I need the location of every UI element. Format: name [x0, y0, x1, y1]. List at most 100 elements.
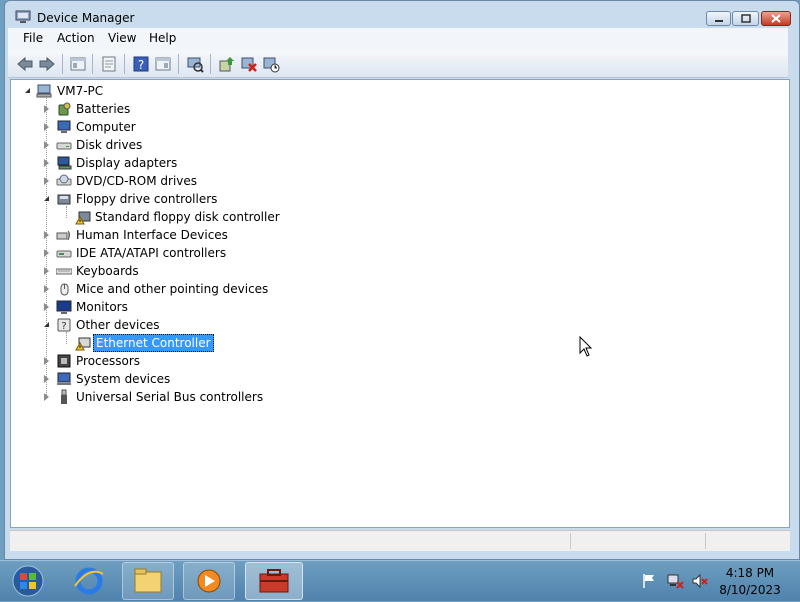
collapse-arrow-icon[interactable]	[25, 88, 30, 93]
menu-bar: File Action View Help	[8, 28, 788, 50]
status-divider	[705, 533, 707, 549]
expand-arrow-icon[interactable]	[44, 231, 49, 239]
uninstall-icon[interactable]	[240, 55, 258, 73]
close-button[interactable]	[761, 11, 791, 26]
toolbar-separator	[210, 54, 211, 74]
volume-muted-icon[interactable]	[691, 573, 709, 589]
node-label: Human Interface Devices	[76, 228, 228, 242]
expand-arrow-icon[interactable]	[44, 303, 49, 311]
expand-arrow-icon[interactable]	[44, 159, 49, 167]
tree-item-dvd-cd-rom-drives[interactable]: DVD/CD-ROM drives	[11, 172, 311, 190]
warning-device-icon	[75, 337, 91, 351]
expand-arrow-icon[interactable]	[44, 249, 49, 257]
window-title: Device Manager	[37, 11, 135, 25]
tree-item-ethernet-controller[interactable]: Ethernet Controller	[11, 334, 311, 352]
toolbar-separator	[178, 54, 179, 74]
selected-node-label: Ethernet Controller	[93, 334, 214, 352]
minimize-button[interactable]	[706, 11, 731, 26]
menu-view[interactable]: View	[108, 31, 136, 45]
update-driver-icon[interactable]	[218, 55, 236, 73]
tree-item-system-devices[interactable]: System devices	[11, 370, 311, 388]
node-label: Computer	[76, 120, 136, 134]
device-manager-app-icon	[15, 10, 31, 23]
windows-explorer-taskbar-button[interactable]	[122, 562, 174, 600]
menu-help[interactable]: Help	[149, 31, 176, 45]
tree-item-batteries[interactable]: Batteries	[11, 100, 311, 118]
tree-item-display-adapters[interactable]: Display adapters	[11, 154, 311, 172]
tree-item-keyboards[interactable]: Keyboards	[11, 262, 311, 280]
node-label: Processors	[76, 354, 141, 368]
expand-arrow-icon[interactable]	[44, 393, 49, 401]
properties-icon[interactable]	[100, 55, 118, 73]
tree-item-computer[interactable]: Computer	[11, 118, 311, 136]
internet-explorer-icon[interactable]	[67, 562, 111, 600]
help-icon[interactable]: ?	[132, 55, 150, 73]
status-divider	[570, 533, 572, 549]
node-label: Batteries	[76, 102, 131, 116]
back-icon[interactable]	[16, 55, 34, 73]
node-label: Keyboards	[76, 264, 139, 278]
node-label: DVD/CD-ROM drives	[76, 174, 198, 188]
processor-icon	[57, 354, 71, 368]
forward-icon[interactable]	[38, 55, 56, 73]
tree-item-other-devices[interactable]: ? Other devices	[11, 316, 311, 334]
hid-icon	[56, 230, 70, 241]
expand-arrow-icon[interactable]	[44, 285, 49, 293]
tree-item-floppy-drive-controllers[interactable]: Floppy drive controllers	[11, 190, 311, 208]
enable-icon[interactable]	[262, 55, 280, 73]
media-player-icon	[197, 569, 221, 593]
taskbar: 4:18 PM 8/10/2023	[0, 560, 800, 601]
tree-root[interactable]: VM7-PC	[11, 82, 211, 100]
node-label: System devices	[76, 372, 171, 386]
device-manager-icon	[259, 569, 289, 593]
menu-action[interactable]: Action	[57, 31, 95, 45]
warning-device-icon	[75, 211, 91, 225]
maximize-button[interactable]	[732, 11, 759, 26]
disk-drive-icon	[56, 142, 72, 150]
close-icon	[762, 12, 790, 25]
clock-time[interactable]: 4:18 PM	[718, 566, 782, 580]
system-device-icon	[57, 372, 71, 385]
tree-item-processors[interactable]: Processors	[11, 352, 311, 370]
node-label: Disk drives	[76, 138, 143, 152]
expand-arrow-icon[interactable]	[44, 123, 49, 131]
node-label: Floppy drive controllers	[76, 192, 218, 206]
tree-item-ide-ata-atapi-controllers[interactable]: IDE ATA/ATAPI controllers	[11, 244, 311, 262]
unknown-device-icon: ?	[57, 318, 71, 332]
tree-item-usb-controllers[interactable]: Universal Serial Bus controllers	[11, 388, 311, 406]
media-player-taskbar-button[interactable]	[183, 562, 235, 600]
tree-item-human-interface-devices[interactable]: Human Interface Devices	[11, 226, 311, 244]
title-bar[interactable]: Device Manager	[5, 1, 799, 31]
toolbar-separator	[92, 54, 93, 74]
start-orb-icon[interactable]	[8, 562, 48, 600]
expand-arrow-icon[interactable]	[44, 105, 49, 113]
tree-item-monitors[interactable]: Monitors	[11, 298, 311, 316]
svg-text:?: ?	[138, 58, 144, 72]
device-manager-taskbar-button[interactable]	[245, 562, 303, 600]
clock-date[interactable]: 8/10/2023	[718, 583, 782, 597]
tree-item-mice[interactable]: Mice and other pointing devices	[11, 280, 311, 298]
tree-item-standard-floppy-disk-controller[interactable]: Standard floppy disk controller	[11, 208, 411, 226]
expand-arrow-icon[interactable]	[44, 177, 49, 185]
expand-arrow-icon[interactable]	[44, 141, 49, 149]
collapse-arrow-icon[interactable]	[44, 322, 49, 327]
view-icon[interactable]	[154, 55, 172, 73]
node-label: Other devices	[76, 318, 160, 332]
maximize-icon	[733, 12, 758, 25]
expand-arrow-icon[interactable]	[44, 375, 49, 383]
ide-controller-icon	[56, 250, 72, 258]
expand-arrow-icon[interactable]	[44, 267, 49, 275]
action-center-flag-icon[interactable]	[641, 573, 657, 589]
network-disconnected-icon[interactable]	[666, 573, 684, 589]
computer-icon	[57, 120, 71, 133]
scan-icon[interactable]	[186, 55, 204, 73]
menu-file[interactable]: File	[23, 31, 43, 45]
usb-icon	[61, 389, 67, 404]
root-label: VM7-PC	[57, 84, 104, 98]
up-icon[interactable]	[69, 55, 87, 73]
expand-arrow-icon[interactable]	[44, 357, 49, 365]
collapse-arrow-icon[interactable]	[44, 196, 49, 201]
tree-item-disk-drives[interactable]: Disk drives	[11, 136, 311, 154]
device-tree[interactable]: VM7-PC Batteries Computer Disk drives Di…	[10, 79, 790, 528]
display-adapter-icon	[57, 156, 72, 170]
